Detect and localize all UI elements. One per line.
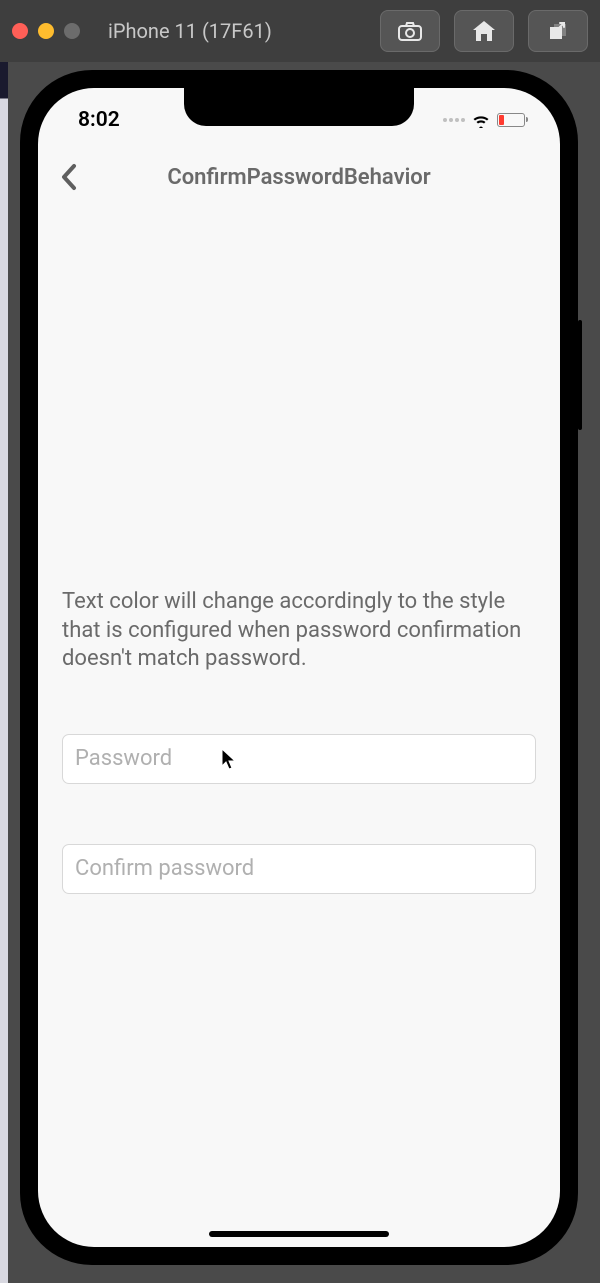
description-text: Text color will change accordingly to th… <box>62 588 536 674</box>
confirm-password-field[interactable] <box>62 844 536 894</box>
wifi-icon <box>471 113 491 128</box>
window-close-button[interactable] <box>12 23 28 39</box>
simulator-toolbar <box>380 10 588 52</box>
status-time: 8:02 <box>78 108 120 132</box>
chevron-left-icon <box>60 163 78 191</box>
phone-frame: 8:02 <box>20 70 578 1265</box>
home-indicator[interactable] <box>209 1231 389 1237</box>
home-icon <box>471 19 497 43</box>
phone-notch <box>184 88 414 126</box>
background-desktop-peek <box>0 62 8 1283</box>
window-minimize-button[interactable] <box>38 23 54 39</box>
phone-side-button <box>578 320 582 430</box>
page-title: ConfirmPasswordBehavior <box>38 165 560 190</box>
battery-level-low <box>499 115 504 125</box>
share-button[interactable] <box>528 10 588 52</box>
camera-icon <box>397 20 423 42</box>
back-button[interactable] <box>54 162 84 192</box>
share-icon <box>546 19 570 43</box>
simulator-titlebar: iPhone 11 (17F61) <box>0 0 600 62</box>
cellular-signal-icon <box>443 118 465 122</box>
phone-screen: 8:02 <box>38 88 560 1247</box>
window-zoom-button[interactable] <box>64 23 80 39</box>
window-title: iPhone 11 (17F61) <box>108 19 370 43</box>
battery-icon <box>497 113 525 127</box>
navigation-bar: ConfirmPasswordBehavior <box>38 150 560 204</box>
status-indicators <box>443 113 525 128</box>
screenshot-button[interactable] <box>380 10 440 52</box>
traffic-lights <box>12 23 80 39</box>
home-button[interactable] <box>454 10 514 52</box>
content-area: Text color will change accordingly to th… <box>62 588 536 954</box>
password-field[interactable] <box>62 734 536 784</box>
